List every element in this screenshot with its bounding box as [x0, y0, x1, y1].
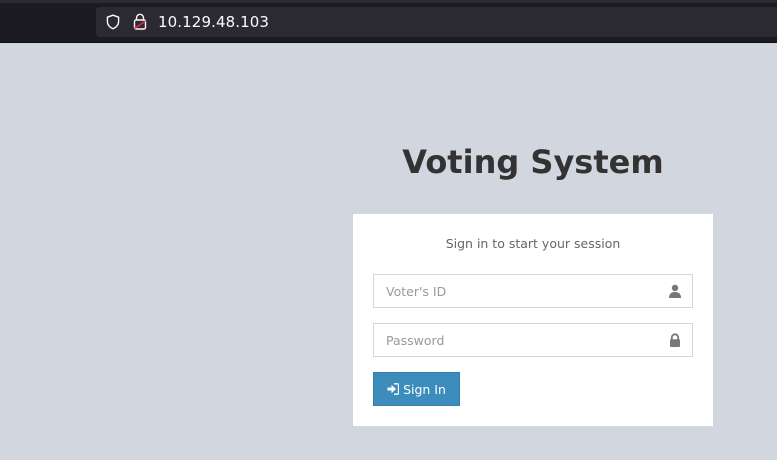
password-field[interactable] [373, 323, 693, 357]
browser-top-strip [0, 0, 777, 3]
url-bar[interactable]: 10.129.48.103 [96, 7, 777, 37]
voter-id-input[interactable] [374, 275, 692, 307]
voter-id-field[interactable] [373, 274, 693, 308]
password-input[interactable] [374, 324, 692, 356]
login-box: Sign in to start your session Sign In [353, 214, 713, 426]
user-icon [669, 284, 681, 298]
sign-in-button[interactable]: Sign In [373, 372, 460, 406]
sign-in-label: Sign In [403, 381, 446, 397]
lock-icon [670, 333, 680, 347]
login-box-message: Sign in to start your session [445, 236, 621, 251]
browser-toolbar: 10.129.48.103 [0, 0, 777, 43]
lock-icon[interactable] [133, 13, 147, 30]
sign-in-icon [387, 383, 400, 395]
page-title: Voting System [402, 143, 664, 181]
shield-icon[interactable] [105, 14, 121, 30]
url-text[interactable]: 10.129.48.103 [158, 13, 269, 31]
